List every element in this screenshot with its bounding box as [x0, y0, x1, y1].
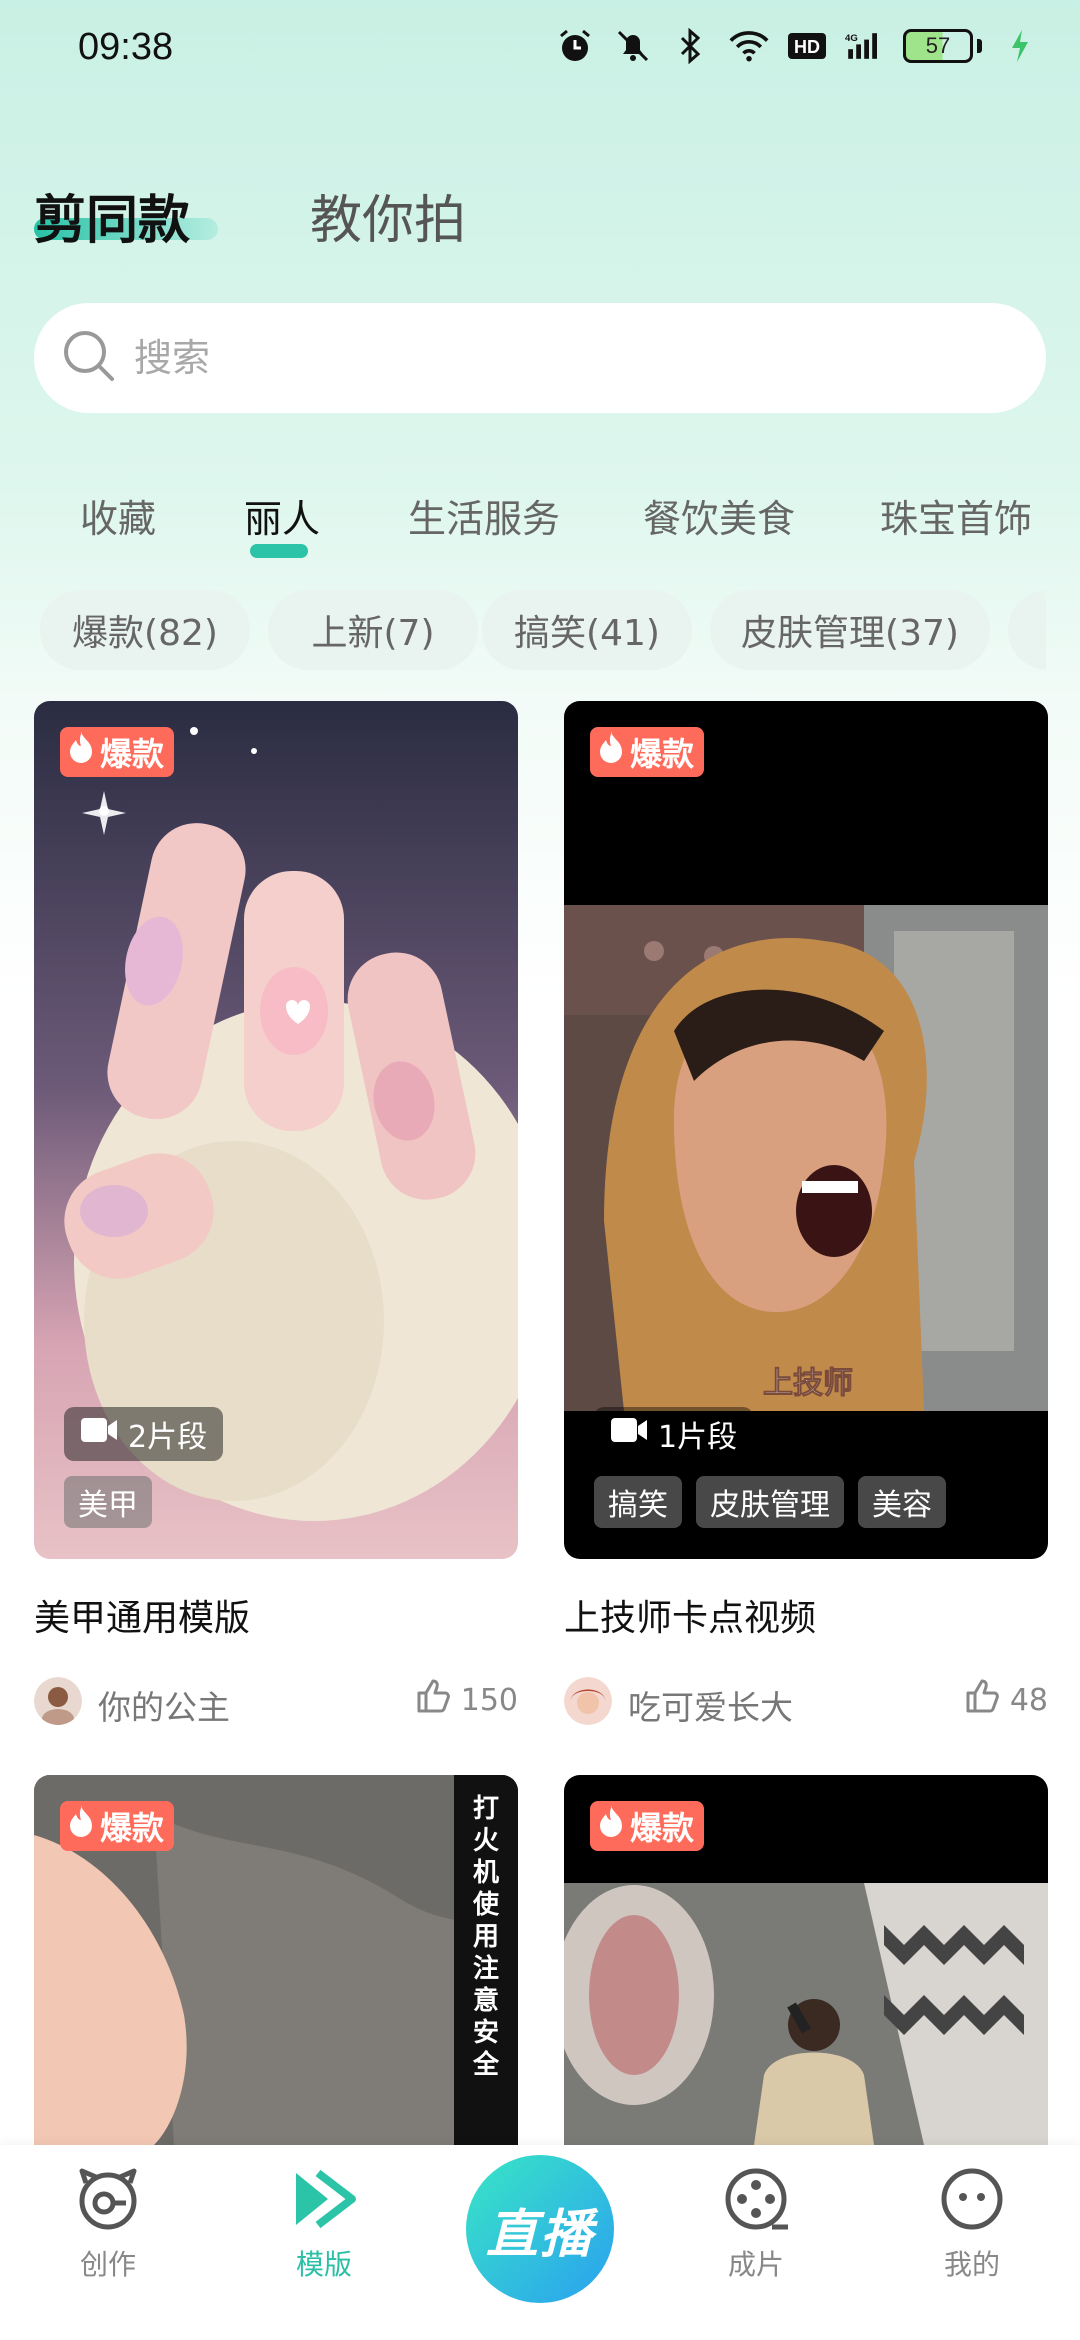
search-icon	[62, 329, 116, 387]
signal-4g-icon: 4G	[845, 26, 885, 66]
category-tab-beauty[interactable]: 丽人	[244, 488, 320, 543]
card-title: 上技师卡点视频	[564, 1598, 817, 1639]
nav-finished-films[interactable]: 成片	[686, 2165, 826, 2283]
nav-create[interactable]: 创作	[38, 2165, 178, 2283]
live-button[interactable]: 直播	[466, 2155, 614, 2303]
like-count-value: 48	[1009, 1682, 1048, 1718]
chip-new[interactable]: 上新(7)	[268, 590, 478, 670]
film-reel-icon	[722, 2165, 790, 2237]
template-card[interactable]: 打火机使用注意安全 爆款	[34, 1775, 518, 2145]
category-tab-favorites[interactable]: 收藏	[80, 488, 156, 543]
avatar[interactable]	[34, 1677, 82, 1725]
svg-text:4G: 4G	[845, 33, 858, 44]
card-thumbnail[interactable]: 爆款 2片段 美甲	[34, 701, 518, 1559]
flame-icon	[66, 1804, 96, 1848]
flame-icon	[596, 1804, 626, 1848]
segment-badge: 2片段	[64, 1407, 224, 1461]
category-tab-jewelry[interactable]: 珠宝首饰	[880, 488, 1032, 543]
segment-count: 1片段	[658, 1420, 738, 1455]
hd-text: HD	[794, 37, 820, 57]
nav-profile[interactable]: 我的	[902, 2165, 1042, 2283]
flame-icon	[596, 730, 626, 774]
like-count[interactable]: 150	[415, 1677, 518, 1723]
card-thumbnail[interactable]: 爆款	[564, 1775, 1048, 2145]
template-card[interactable]: 爆款 2片段 美甲 美甲通用模版 你的公主 150	[34, 701, 518, 1751]
wifi-icon	[729, 26, 769, 66]
live-button-label: 直播	[485, 2204, 594, 2265]
template-card[interactable]: 上技师 爆款 1片段 搞笑 皮肤管理 美容 上技师卡点视频 吃可爱长大 48	[564, 701, 1048, 1751]
like-count-value: 150	[460, 1682, 518, 1718]
segment-count: 2片段	[128, 1420, 208, 1455]
nav-template[interactable]: 模版	[254, 2165, 394, 2283]
status-bar: 09:38 HD 4G 57	[0, 0, 1080, 100]
nav-finished-films-label: 成片	[727, 2248, 784, 2281]
tab-jian-tong-kuan[interactable]: 剪同款	[34, 178, 190, 253]
card-tag: 搞笑	[594, 1476, 682, 1528]
hot-badge-label: 爆款	[100, 735, 165, 773]
charging-icon	[1000, 26, 1040, 66]
template-icon	[290, 2165, 358, 2237]
chip-more[interactable]	[1008, 590, 1046, 670]
chip-hot[interactable]: 爆款(82)	[40, 590, 250, 670]
card-tag: 美甲	[64, 1476, 152, 1528]
search-bar[interactable]	[34, 303, 1046, 413]
template-card[interactable]: 爆款	[564, 1775, 1048, 2145]
hot-badge: 爆款	[590, 727, 705, 777]
video-camera-icon	[80, 1416, 118, 1452]
bluetooth-icon	[671, 26, 711, 66]
tab-jiao-ni-pai[interactable]: 教你拍	[310, 178, 466, 253]
video-overlay-caption: 打火机使用注意安全	[472, 1794, 499, 2080]
battery-level: 57	[903, 29, 973, 63]
create-icon	[74, 2165, 142, 2237]
card-tags: 美甲	[64, 1476, 152, 1528]
segment-badge: 1片段	[594, 1407, 754, 1461]
filter-chips: 爆款(82) 上新(7) 搞笑(41) 皮肤管理(37)	[40, 590, 1046, 670]
profile-icon	[938, 2165, 1006, 2237]
search-input[interactable]	[134, 336, 934, 380]
nav-profile-label: 我的	[943, 2248, 1000, 2281]
card-thumbnail[interactable]: 打火机使用注意安全 爆款	[34, 1775, 518, 2145]
card-tag: 皮肤管理	[696, 1476, 844, 1528]
card-tag: 美容	[858, 1476, 946, 1528]
hot-badge-label: 爆款	[630, 735, 695, 773]
video-overlay-caption: 上技师	[763, 1366, 853, 1401]
nav-template-label: 模版	[295, 2248, 352, 2281]
hot-badge: 爆款	[60, 727, 175, 777]
avatar[interactable]	[564, 1677, 612, 1725]
category-active-indicator	[250, 544, 308, 558]
chip-funny[interactable]: 搞笑(41)	[482, 590, 692, 670]
bottom-nav: 创作 模版 直播 成片 我的	[0, 2145, 1080, 2340]
author-name[interactable]: 吃可爱长大	[628, 1681, 793, 1729]
category-tabs: 收藏 丽人 生活服务 餐饮美食 珠宝首饰	[0, 480, 1080, 570]
hot-badge: 爆款	[590, 1801, 705, 1851]
hd-icon: HD	[787, 26, 827, 66]
card-tags: 搞笑 皮肤管理 美容	[594, 1476, 946, 1528]
card-title: 美甲通用模版	[34, 1598, 251, 1639]
video-camera-icon	[610, 1416, 648, 1452]
card-thumbnail[interactable]: 上技师 爆款 1片段 搞笑 皮肤管理 美容	[564, 701, 1048, 1559]
battery-icon: 57	[903, 29, 982, 63]
nav-create-label: 创作	[79, 2248, 136, 2281]
author-name[interactable]: 你的公主	[98, 1681, 230, 1729]
mute-icon	[613, 26, 653, 66]
hot-badge-label: 爆款	[630, 1809, 695, 1847]
chip-skin-care[interactable]: 皮肤管理(37)	[710, 590, 990, 670]
status-icons: HD 4G 57	[555, 26, 1040, 66]
status-time: 09:38	[78, 26, 174, 68]
category-tab-life-services[interactable]: 生活服务	[408, 488, 560, 543]
flame-icon	[66, 730, 96, 774]
alarm-icon	[555, 26, 595, 66]
thumbs-up-icon	[415, 1677, 453, 1723]
thumbs-up-icon	[964, 1677, 1002, 1723]
like-count[interactable]: 48	[964, 1677, 1048, 1723]
hot-badge: 爆款	[60, 1801, 175, 1851]
category-tab-food[interactable]: 餐饮美食	[643, 488, 795, 543]
hot-badge-label: 爆款	[100, 1809, 165, 1847]
